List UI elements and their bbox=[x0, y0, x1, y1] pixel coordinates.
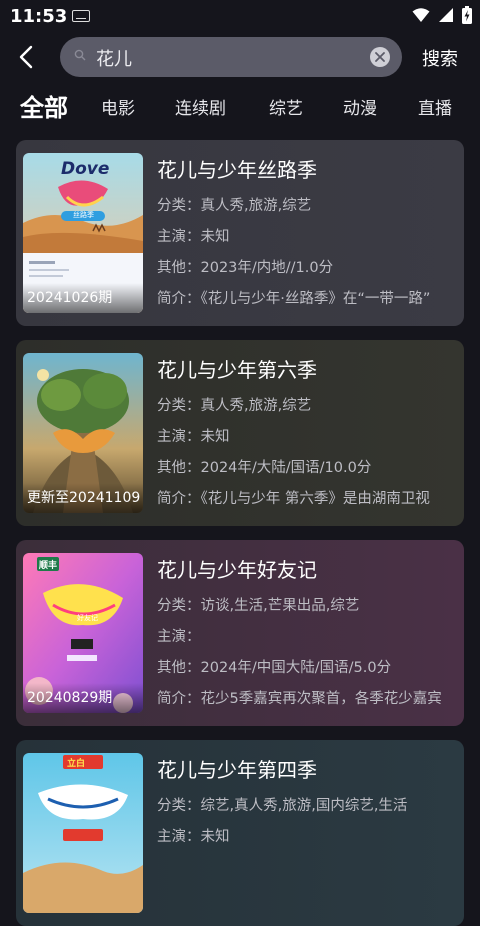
result-category: 分类：真人秀,旅游,综艺 bbox=[157, 398, 312, 414]
poster-image[interactable]: Dove 丝路季 20241026期 bbox=[23, 153, 143, 313]
poster-brand-logo: Dove bbox=[61, 159, 110, 179]
poster-image[interactable]: 立白 bbox=[23, 753, 143, 913]
result-category: 分类：访谈,生活,芒果出品,综艺 bbox=[157, 598, 360, 614]
tab-anime[interactable]: 动漫 bbox=[343, 94, 377, 119]
search-row: 搜索 bbox=[0, 36, 480, 79]
result-intro: 简介：《花儿与少年 第六季》是由湖南卫视 bbox=[157, 491, 430, 507]
signal-icon bbox=[439, 8, 453, 22]
status-time: 11:53 bbox=[10, 6, 68, 27]
result-cast: 主演： bbox=[157, 629, 201, 645]
result-cast: 主演：未知 bbox=[157, 229, 230, 245]
result-card[interactable]: Dove 丝路季 20241026期 花儿与少年丝路季 分类：真人秀,旅游,综艺… bbox=[16, 140, 464, 326]
result-category: 分类：综艺,真人秀,旅游,国内综艺,生活 bbox=[157, 798, 408, 814]
tab-movies[interactable]: 电影 bbox=[101, 94, 135, 119]
result-title: 花儿与少年丝路季 bbox=[157, 158, 317, 182]
result-cast: 主演：未知 bbox=[157, 829, 230, 845]
back-button[interactable] bbox=[12, 42, 42, 72]
search-icon bbox=[74, 49, 86, 61]
result-other: 其他：2024年/中国大陆/国语/5.0分 bbox=[157, 660, 392, 676]
result-intro: 简介：花少5季嘉宾再次聚首，各季花少嘉宾 bbox=[157, 691, 442, 707]
poster-subtitle: 好友记 bbox=[77, 614, 98, 622]
tab-variety[interactable]: 综艺 bbox=[269, 94, 303, 119]
status-bar: 11:53 bbox=[0, 0, 480, 32]
result-intro: 简介：《花儿与少年·丝路季》在“一带一路” bbox=[157, 291, 431, 307]
search-button[interactable]: 搜索 bbox=[422, 45, 458, 71]
clear-search-button[interactable] bbox=[370, 47, 390, 67]
tab-live[interactable]: 直播 bbox=[418, 94, 452, 119]
result-title: 花儿与少年好友记 bbox=[157, 558, 317, 582]
result-card[interactable]: 立白 花儿与少年第四季 分类：综艺,真人秀,旅游,国内综艺,生活 主演：未知 bbox=[16, 740, 464, 926]
wifi-icon bbox=[412, 8, 430, 22]
search-input[interactable] bbox=[94, 37, 358, 79]
result-info: 花儿与少年第六季 分类：真人秀,旅游,综艺 主演：未知 其他：2024年/大陆/… bbox=[157, 354, 457, 515]
poster-image[interactable]: 更新至20241109 bbox=[23, 353, 143, 513]
episode-badge: 更新至20241109 bbox=[23, 483, 143, 513]
result-info: 花儿与少年第四季 分类：综艺,真人秀,旅游,国内综艺,生活 主演：未知 bbox=[157, 754, 457, 853]
result-info: 花儿与少年丝路季 分类：真人秀,旅游,综艺 主演：未知 其他：2023年/内地/… bbox=[157, 154, 457, 315]
result-title: 花儿与少年第六季 bbox=[157, 358, 317, 382]
episode-badge: 20241026期 bbox=[23, 283, 143, 313]
battery-icon bbox=[462, 6, 472, 24]
result-card[interactable]: 更新至20241109 花儿与少年第六季 分类：真人秀,旅游,综艺 主演：未知 … bbox=[16, 340, 464, 526]
category-tabs: 全部 电影 连续剧 综艺 动漫 直播 bbox=[20, 88, 480, 122]
episode-badge: 20240829期 bbox=[23, 683, 143, 713]
result-card[interactable]: 顺丰 好友记 20240829期 花儿与少年好友记 分类：访谈,生活,芒果出品,… bbox=[16, 540, 464, 726]
keyboard-icon bbox=[72, 10, 90, 22]
result-other: 其他：2023年/内地//1.0分 bbox=[157, 260, 334, 276]
result-other: 其他：2024年/大陆/国语/10.0分 bbox=[157, 460, 372, 476]
tab-series[interactable]: 连续剧 bbox=[175, 94, 226, 119]
poster-art bbox=[23, 753, 143, 913]
close-icon bbox=[375, 52, 385, 62]
poster-subtitle: 丝路季 bbox=[73, 211, 94, 219]
tab-all[interactable]: 全部 bbox=[20, 88, 68, 123]
result-category: 分类：真人秀,旅游,综艺 bbox=[157, 198, 312, 214]
poster-image[interactable]: 顺丰 好友记 20240829期 bbox=[23, 553, 143, 713]
result-title: 花儿与少年第四季 bbox=[157, 758, 317, 782]
search-box[interactable] bbox=[60, 37, 402, 79]
poster-brand-logo: 立白 bbox=[67, 759, 86, 769]
chevron-left-icon bbox=[19, 45, 33, 69]
result-cast: 主演：未知 bbox=[157, 429, 230, 445]
poster-brand-logo: 顺丰 bbox=[39, 561, 58, 571]
result-info: 花儿与少年好友记 分类：访谈,生活,芒果出品,综艺 主演： 其他：2024年/中… bbox=[157, 554, 457, 715]
